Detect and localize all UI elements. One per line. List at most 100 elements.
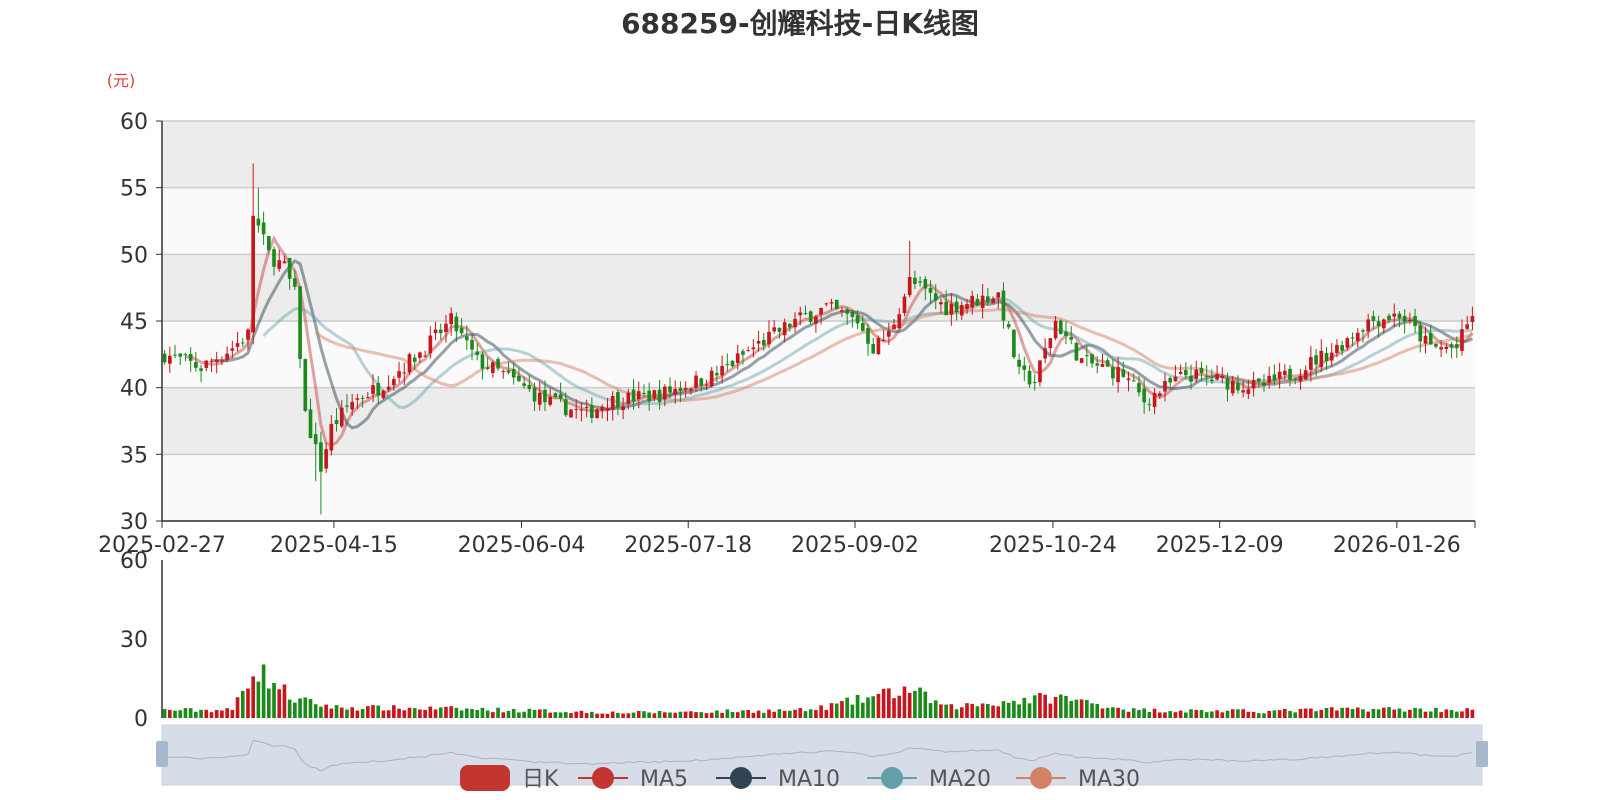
candle-body xyxy=(980,295,985,309)
volume-axes: 0 30 60 xyxy=(120,549,163,732)
y-tick-label: 35 xyxy=(120,443,148,468)
candle-body xyxy=(412,357,417,362)
candle-body xyxy=(715,373,719,376)
volume-bar xyxy=(1303,708,1308,718)
volume-y-tick-label: 0 xyxy=(134,707,148,732)
volume-bar xyxy=(772,711,777,718)
candle-body xyxy=(1392,313,1397,317)
candle-body xyxy=(522,383,526,386)
volume-bar xyxy=(1329,707,1334,718)
volume-bar xyxy=(642,711,646,718)
candle-body xyxy=(1199,367,1204,374)
candle-body xyxy=(657,389,662,402)
candle-body xyxy=(1204,375,1209,377)
candle-body xyxy=(360,397,365,399)
volume-bar xyxy=(1361,709,1365,718)
x-tick-label: 2025-06-04 xyxy=(458,533,586,558)
volume-bar xyxy=(433,709,438,718)
volume-bar xyxy=(1038,693,1042,718)
volume-bar xyxy=(1152,708,1157,718)
candle-body xyxy=(1048,338,1053,349)
candle-body xyxy=(1225,378,1230,390)
volume-bar xyxy=(694,712,698,718)
volume-bar xyxy=(892,698,896,718)
datazoom-left-handle[interactable] xyxy=(156,741,168,767)
candle-body xyxy=(334,420,339,425)
candle-body xyxy=(438,329,443,334)
volume-bar xyxy=(1246,711,1251,718)
candle-body xyxy=(647,390,651,402)
candle-body xyxy=(1454,344,1459,348)
candle-body xyxy=(939,302,943,305)
volume-bar xyxy=(1381,707,1386,718)
volume-bar xyxy=(407,707,412,718)
candle-body xyxy=(199,368,203,371)
candle-body xyxy=(730,360,735,367)
volume-bar xyxy=(709,712,714,718)
candle-body xyxy=(855,315,860,324)
candle-body xyxy=(595,409,599,418)
volume-bar xyxy=(965,703,969,718)
candle-body xyxy=(303,359,308,411)
candle-body xyxy=(1163,380,1167,392)
candle-body xyxy=(480,354,485,369)
volume-bar xyxy=(194,711,198,718)
volume-bar xyxy=(1215,710,1219,718)
volume-bar xyxy=(871,696,876,718)
volume-bar xyxy=(689,711,693,718)
y-tick-label: 45 xyxy=(120,310,148,335)
volume-bar xyxy=(392,705,396,718)
candle-body xyxy=(850,311,855,317)
volume-bar xyxy=(334,705,339,718)
volume-bar xyxy=(563,712,568,718)
candle-body xyxy=(949,303,954,315)
candle-body xyxy=(1111,367,1115,379)
volume-bar xyxy=(715,710,719,718)
volume-bar xyxy=(1282,708,1287,718)
legend-label: MA10 xyxy=(778,767,840,792)
volume-bar xyxy=(1126,711,1131,718)
volume-bar xyxy=(1262,713,1266,718)
legend-swatch xyxy=(460,765,510,791)
candle-body xyxy=(871,343,876,354)
candle-body xyxy=(1444,346,1449,350)
candle-body xyxy=(678,387,683,391)
volume-bar xyxy=(360,709,365,718)
candle-body xyxy=(1090,354,1094,364)
volume-bar xyxy=(735,712,740,718)
candle-body xyxy=(1355,332,1360,342)
volume-bar xyxy=(923,691,928,718)
candle-body xyxy=(423,355,427,357)
candle-body xyxy=(1001,290,1006,321)
volume-bar xyxy=(1173,712,1178,718)
candle-body xyxy=(579,409,584,411)
volume-bar xyxy=(183,708,188,718)
candle-body xyxy=(527,384,532,390)
candle-body xyxy=(631,389,636,402)
volume-bar xyxy=(303,697,308,718)
volume-bar xyxy=(256,681,261,718)
volume-bar xyxy=(209,712,214,718)
volume-bar xyxy=(1053,696,1058,718)
volume-bar xyxy=(230,710,235,718)
candle-body xyxy=(1152,393,1157,407)
candle-body xyxy=(819,307,823,315)
candle-body xyxy=(1189,375,1193,382)
candle-body xyxy=(751,347,756,350)
volume-bar xyxy=(277,689,282,718)
volume-bar xyxy=(412,708,417,718)
volume-bar xyxy=(162,709,167,718)
volume-bar xyxy=(558,712,563,718)
volume-bar xyxy=(1324,707,1329,718)
candle-body xyxy=(829,302,834,304)
candle-body xyxy=(1012,329,1016,358)
candle-body xyxy=(298,286,302,359)
volume-bar xyxy=(881,688,886,718)
candle-body xyxy=(1439,347,1443,350)
candle-body xyxy=(1298,375,1303,382)
candle-body xyxy=(1095,363,1100,366)
datazoom-right-handle[interactable] xyxy=(1476,741,1488,767)
candle-body xyxy=(511,369,516,378)
volume-bar xyxy=(1241,709,1245,718)
volume-bar xyxy=(167,709,172,718)
